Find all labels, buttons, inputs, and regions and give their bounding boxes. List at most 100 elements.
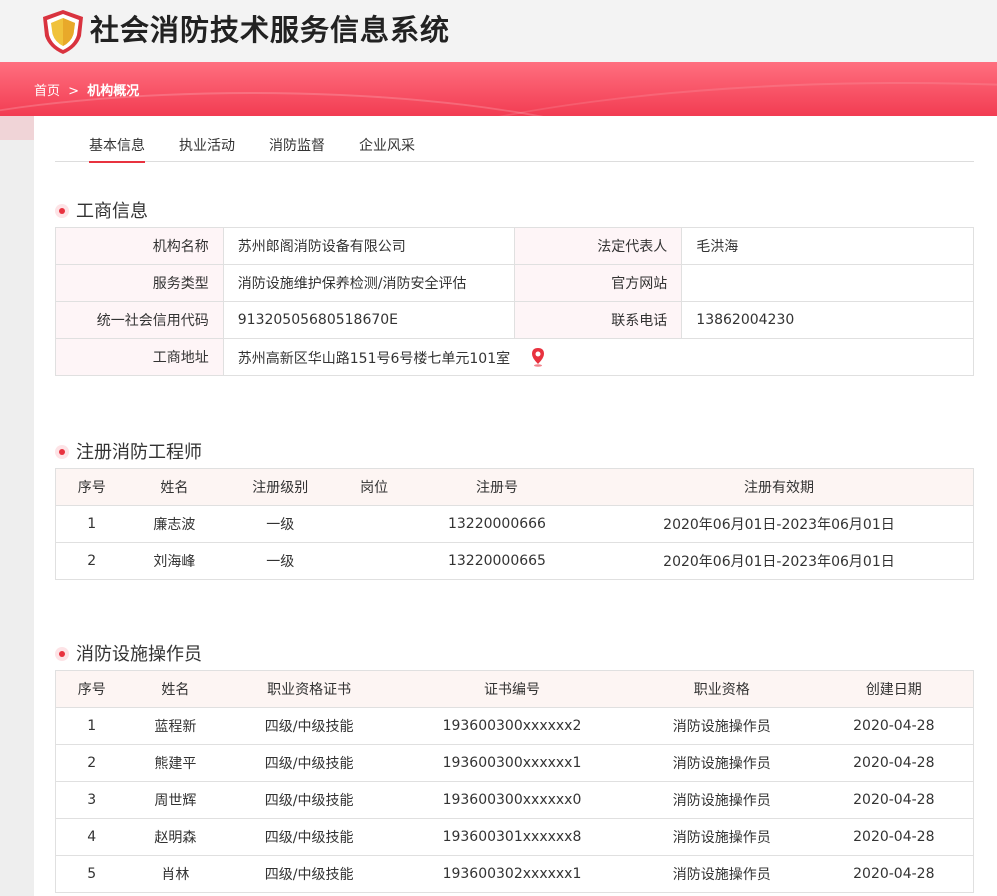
breadcrumb-home[interactable]: 首页 [34, 84, 60, 99]
table-cell: 193600302xxxxxx1 [395, 855, 629, 893]
section-title: 消防设施操作员 [76, 644, 202, 665]
section-dot-icon [55, 445, 69, 459]
tab-basic-info[interactable]: 基本信息 [89, 135, 145, 163]
table-cell: 蓝程新 [127, 707, 224, 745]
service-type-value: 消防设施维护保养检测/消防安全评估 [222, 264, 515, 302]
table-cell: 周世辉 [127, 781, 224, 819]
table-cell: 消防设施操作员 [628, 744, 815, 782]
tab-practice-activities[interactable]: 执业活动 [179, 135, 235, 161]
table-header-row: 序号 姓名 注册级别 岗位 注册号 注册有效期 [55, 468, 974, 506]
table-cell: 193600300xxxxxx0 [395, 781, 629, 819]
column-header: 注册有效期 [584, 468, 974, 506]
table-cell: 193600300xxxxxx1 [395, 744, 629, 782]
table-cell: 消防设施操作员 [628, 818, 815, 856]
column-header: 职业资格证书 [223, 670, 396, 708]
section-engineers: 注册消防工程师 [55, 438, 202, 464]
table-cell: 四级/中级技能 [223, 744, 396, 782]
section-dot-icon [55, 647, 69, 661]
table-cell: 四级/中级技能 [223, 707, 396, 745]
engineers-table: 序号 姓名 注册级别 岗位 注册号 注册有效期 1 廉志波 一级 1322000… [55, 468, 974, 580]
map-pin-icon[interactable] [531, 347, 545, 367]
table-row: 5 肖林 四级/中级技能 193600302xxxxxx1 消防设施操作员 20… [55, 855, 974, 893]
legal-rep-value: 毛洪海 [681, 227, 974, 265]
table-cell: 2020-04-28 [814, 707, 974, 745]
table-cell: 5 [55, 855, 128, 893]
table-cell: 消防设施操作员 [628, 855, 815, 893]
tab-company-profile[interactable]: 企业风采 [359, 135, 415, 161]
table-row: 机构名称 苏州郎阁消防设备有限公司 法定代表人 毛洪海 [55, 227, 974, 265]
table-row: 2 刘海峰 一级 13220000665 2020年06月01日-2023年06… [55, 542, 974, 580]
app-title: 社会消防技术服务信息系统 [90, 13, 451, 47]
shield-logo-icon [43, 10, 83, 54]
table-cell: 13220000666 [409, 505, 585, 543]
business-info-table: 机构名称 苏州郎阁消防设备有限公司 法定代表人 毛洪海 服务类型 消防设施维护保… [55, 227, 975, 376]
table-cell: 2 [55, 542, 128, 580]
table-row: 3 周世辉 四级/中级技能 193600300xxxxxx0 消防设施操作员 2… [55, 781, 974, 819]
table-row: 工商地址 苏州高新区华山路151号6号楼七单元101室 [55, 338, 975, 376]
section-title: 工商信息 [76, 201, 148, 222]
table-cell: 2020-04-28 [814, 744, 974, 782]
table-cell: 2 [55, 744, 128, 782]
column-header: 证书编号 [395, 670, 629, 708]
column-header: 创建日期 [814, 670, 974, 708]
column-header: 注册号 [409, 468, 585, 506]
org-name-label: 机构名称 [55, 227, 224, 265]
table-cell: 1 [55, 505, 128, 543]
table-cell [339, 542, 410, 580]
column-header: 序号 [55, 670, 128, 708]
phone-label: 联系电话 [513, 301, 683, 339]
table-cell: 193600301xxxxxx8 [395, 818, 629, 856]
table-row: 2 熊建平 四级/中级技能 193600300xxxxxx1 消防设施操作员 2… [55, 744, 974, 782]
column-header: 岗位 [339, 468, 410, 506]
table-row: 1 蓝程新 四级/中级技能 193600300xxxxxx2 消防设施操作员 2… [55, 707, 974, 745]
table-row: 1 廉志波 一级 13220000666 2020年06月01日-2023年06… [55, 505, 974, 543]
tab-fire-supervision[interactable]: 消防监督 [269, 135, 325, 161]
table-cell [339, 505, 410, 543]
column-header: 姓名 [127, 670, 224, 708]
breadcrumb-separator: > [68, 84, 80, 99]
table-cell: 2020-04-28 [814, 818, 974, 856]
credit-code-label: 统一社会信用代码 [55, 301, 224, 339]
website-label: 官方网站 [513, 264, 683, 302]
table-cell: 廉志波 [127, 505, 222, 543]
column-header: 姓名 [127, 468, 222, 506]
phone-value: 13862004230 [681, 301, 974, 339]
table-cell: 消防设施操作员 [628, 707, 815, 745]
table-cell: 熊建平 [127, 744, 224, 782]
table-cell: 2020-04-28 [814, 781, 974, 819]
column-header: 注册级别 [221, 468, 340, 506]
table-cell: 一级 [221, 542, 340, 580]
table-cell: 刘海峰 [127, 542, 222, 580]
column-header: 序号 [55, 468, 128, 506]
section-business-info: 工商信息 [55, 197, 148, 223]
table-cell: 肖林 [127, 855, 224, 893]
credit-code-value: 91320505680518670E [222, 301, 515, 339]
table-row: 4 赵明森 四级/中级技能 193600301xxxxxx8 消防设施操作员 2… [55, 818, 974, 856]
section-dot-icon [55, 204, 69, 218]
address-cell: 苏州高新区华山路151号6号楼七单元101室 [222, 338, 975, 376]
table-cell: 2020-04-28 [814, 855, 974, 893]
table-cell: 消防设施操作员 [628, 781, 815, 819]
table-cell: 四级/中级技能 [223, 855, 396, 893]
table-cell: 四级/中级技能 [223, 818, 396, 856]
table-cell: 4 [55, 818, 128, 856]
table-cell: 2020年06月01日-2023年06月01日 [584, 505, 974, 543]
website-value[interactable] [681, 264, 974, 302]
table-cell: 四级/中级技能 [223, 781, 396, 819]
service-type-label: 服务类型 [55, 264, 224, 302]
column-header: 职业资格 [628, 670, 815, 708]
section-title: 注册消防工程师 [76, 442, 202, 463]
table-row: 服务类型 消防设施维护保养检测/消防安全评估 官方网站 [55, 264, 974, 302]
table-cell: 3 [55, 781, 128, 819]
banner: 首页 > 机构概况 [0, 62, 997, 116]
breadcrumb: 首页 > 机构概况 [34, 80, 139, 99]
address-label: 工商地址 [55, 338, 224, 376]
legal-rep-label: 法定代表人 [513, 227, 683, 265]
table-cell: 赵明森 [127, 818, 224, 856]
operators-table: 序号 姓名 职业资格证书 证书编号 职业资格 创建日期 1 蓝程新 四级/中级技… [55, 670, 974, 893]
address-value: 苏州高新区华山路151号6号楼七单元101室 [237, 350, 511, 367]
table-cell: 1 [55, 707, 128, 745]
section-operators: 消防设施操作员 [55, 640, 202, 666]
table-cell: 193600300xxxxxx2 [395, 707, 629, 745]
header: 社会消防技术服务信息系统 [0, 0, 997, 62]
